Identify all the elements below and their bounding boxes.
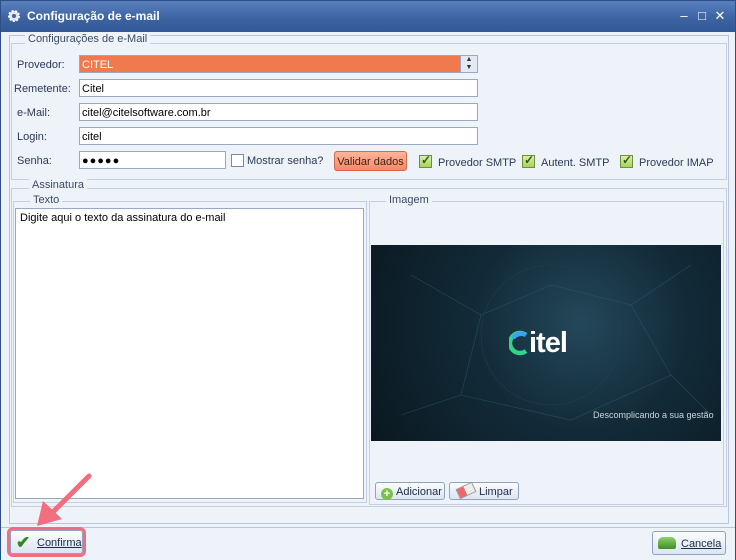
mostrar-senha-label: Mostrar senha? bbox=[247, 155, 324, 167]
assinatura-textarea[interactable]: Digite aqui o texto da assinatura do e-m… bbox=[15, 208, 364, 499]
mostrar-senha-checkbox[interactable] bbox=[231, 154, 244, 167]
provedor-imap-checkbox[interactable] bbox=[620, 153, 633, 168]
email-settings-legend: Configurações de e-Mail bbox=[25, 33, 151, 45]
email-field[interactable]: citel@citelsoftware.com.br bbox=[79, 103, 478, 121]
senha-label: Senha: bbox=[17, 155, 52, 167]
maximize-icon[interactable]: □ bbox=[695, 9, 709, 23]
close-icon[interactable]: ✕ bbox=[713, 9, 727, 23]
assinatura-legend: Assinatura bbox=[29, 179, 87, 191]
checkmark-icon: ✔ bbox=[16, 533, 31, 552]
provedor-smtp-label: Provedor SMTP bbox=[438, 157, 517, 169]
remetente-field[interactable]: Citel bbox=[79, 79, 478, 97]
login-field[interactable]: citel bbox=[79, 127, 478, 145]
button-bar bbox=[1, 527, 735, 560]
provedor-smtp-checkbox[interactable] bbox=[419, 153, 432, 168]
minimize-icon[interactable]: – bbox=[677, 9, 691, 23]
login-label: Login: bbox=[17, 131, 47, 143]
provedor-label: Provedor: bbox=[17, 59, 65, 71]
confirma-label: Confirma bbox=[37, 537, 82, 549]
adicionar-label: Adicionar bbox=[396, 486, 442, 498]
add-icon: + bbox=[381, 488, 393, 500]
provedor-imap-label: Provedor IMAP bbox=[639, 157, 714, 169]
gear-icon bbox=[8, 10, 20, 22]
limpar-button[interactable]: Limpar bbox=[449, 481, 519, 500]
citel-c-icon bbox=[509, 330, 528, 356]
cancel-car-icon bbox=[658, 537, 676, 549]
window-title: Configuração de e-mail bbox=[27, 9, 160, 23]
senha-field[interactable]: ●●●●● bbox=[79, 151, 226, 169]
signature-image: itel Descomplicando a sua gestão bbox=[371, 245, 721, 441]
email-label: e-Mail: bbox=[17, 107, 51, 119]
title-bar: Configuração de e-mail – □ ✕ bbox=[1, 1, 735, 32]
validar-dados-button[interactable]: Validar dados bbox=[334, 151, 407, 171]
cancela-button[interactable]: Cancela bbox=[652, 531, 726, 555]
citel-tagline: Descomplicando a sua gestão bbox=[593, 410, 714, 420]
cancela-label: Cancela bbox=[681, 538, 722, 550]
autent-smtp-checkbox[interactable] bbox=[522, 153, 535, 168]
adicionar-button[interactable]: + Adicionar bbox=[375, 482, 445, 500]
limpar-label: Limpar bbox=[479, 486, 513, 498]
provedor-select[interactable]: CITEL ▲ ▼ bbox=[79, 55, 478, 73]
chevron-updown-icon[interactable]: ▲ ▼ bbox=[460, 56, 477, 72]
texto-legend: Texto bbox=[30, 194, 63, 206]
eraser-icon bbox=[455, 481, 477, 500]
autent-smtp-label: Autent. SMTP bbox=[541, 157, 610, 169]
email-config-window: Configuração de e-mail – □ ✕ Configuraçõ… bbox=[0, 0, 736, 560]
remetente-label: Remetente: bbox=[14, 83, 71, 95]
annotation-arrow-icon bbox=[37, 473, 92, 526]
imagem-legend: Imagem bbox=[386, 194, 432, 206]
confirma-button[interactable]: ✔ Confirma bbox=[7, 527, 86, 557]
citel-logo-text: itel bbox=[529, 327, 568, 359]
